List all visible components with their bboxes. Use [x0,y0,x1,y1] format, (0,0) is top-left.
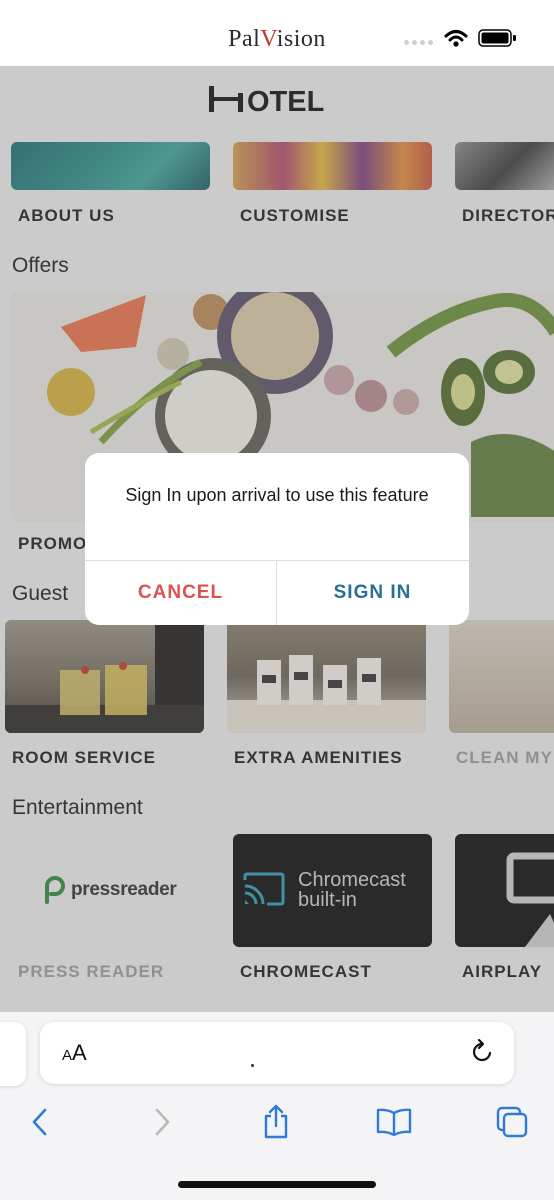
bookmarks-icon[interactable] [372,1100,416,1144]
back-icon[interactable] [18,1100,62,1144]
text-size-icon[interactable]: AA [62,1040,87,1066]
sign-in-alert: Sign In upon arrival to use this feature… [85,453,469,625]
navigation-toolbar [0,1100,554,1144]
alert-message: Sign In upon arrival to use this feature [125,485,429,505]
sign-in-button[interactable]: SIGN IN [277,561,468,625]
cellular-signal-icon [404,40,433,45]
battery-icon [478,29,516,47]
address-bar[interactable]: AA [40,1022,514,1084]
reload-icon[interactable] [468,1038,496,1066]
carrier-name: PalVision [228,26,326,52]
previous-tab-preview[interactable] [0,1022,26,1086]
home-indicator[interactable] [178,1181,376,1188]
browser-toolbar: AA [0,1012,554,1200]
share-icon[interactable] [254,1100,298,1144]
forward-icon[interactable] [140,1100,184,1144]
loading-dot [251,1064,254,1067]
cancel-button[interactable]: CANCEL [85,561,276,625]
wifi-icon [444,30,468,47]
tabs-icon[interactable] [490,1100,534,1144]
status-bar: PalVision [0,0,554,66]
